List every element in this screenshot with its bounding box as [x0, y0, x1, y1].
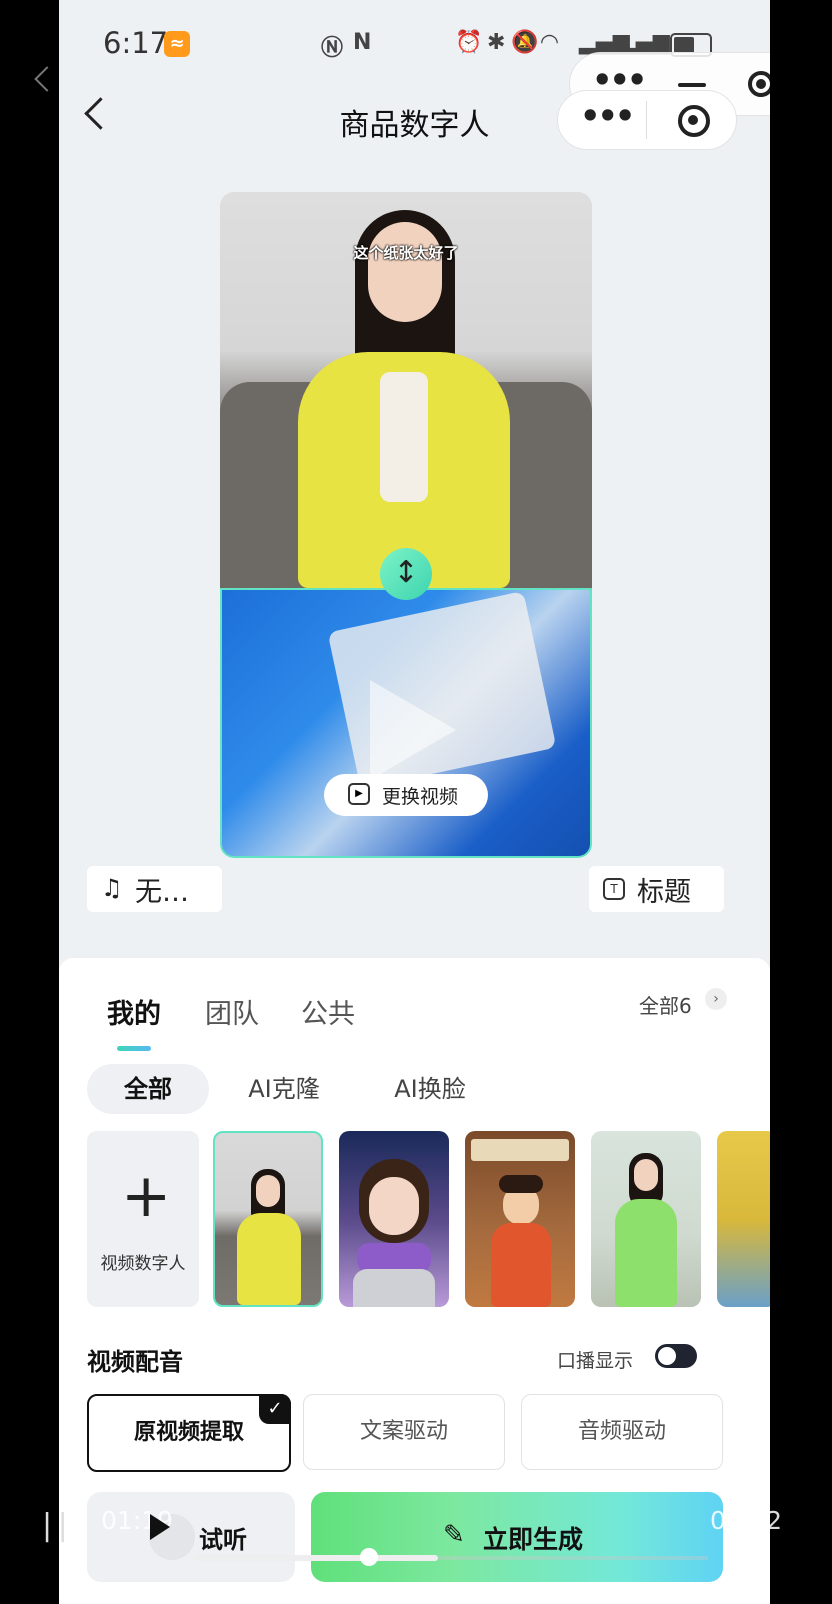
voice-section-title: 视频配音: [87, 1348, 183, 1376]
voice-option-original-label: 原视频提取: [133, 1420, 244, 1445]
target-close-icon[interactable]: [678, 105, 710, 137]
filter-ai-faceswap[interactable]: AI换脸: [371, 1064, 489, 1114]
avatar-thumb-3d-ancient-lady[interactable]: [465, 1131, 575, 1307]
alarm-icon: ⏰: [455, 30, 483, 55]
avatar-thumb-anime-girl[interactable]: [339, 1131, 449, 1307]
overlay-play-icon[interactable]: [150, 1514, 170, 1540]
generate-now-button[interactable]: ✎ 立即生成: [311, 1492, 723, 1582]
pause-icon[interactable]: | |: [42, 1508, 68, 1543]
minimize-icon[interactable]: [678, 83, 706, 87]
music-label: 无…: [135, 877, 189, 908]
avatar-shirt: [380, 372, 428, 502]
status-time: 6:17: [103, 26, 169, 60]
checkmark-icon: ✓: [259, 1394, 291, 1424]
phone-screen: 6:17 ≈ Ⓝ N ⏰ ✱ 🔕 ◠ ▂▄▆ ▂▄▆ 商品数字人 ••• •••…: [59, 0, 770, 1604]
tab-public[interactable]: 公共: [301, 992, 355, 1031]
replace-video-label: 更换视频: [382, 786, 459, 808]
music-note-icon: ♫: [101, 874, 123, 902]
avatar-video-area: 这个纸张太好了: [220, 192, 592, 588]
music-chip[interactable]: ♫ 无…: [87, 866, 222, 912]
more-dots-icon[interactable]: •••: [580, 97, 635, 135]
nfc-icon: N: [353, 30, 372, 55]
nfc-alt-icon: Ⓝ: [321, 36, 344, 61]
magic-wand-icon: ✎: [443, 1520, 465, 1550]
replace-video-button[interactable]: ▶ 更换视频: [324, 774, 488, 816]
play-icon[interactable]: [370, 680, 456, 780]
avatar-face: [368, 222, 442, 322]
plus-icon: +: [121, 1161, 172, 1231]
voice-option-original[interactable]: 原视频提取 ✓: [87, 1394, 291, 1472]
filter-all[interactable]: 全部: [87, 1064, 209, 1114]
target-close-icon[interactable]: [748, 71, 770, 97]
vertical-swap-icon[interactable]: ↕: [380, 548, 432, 600]
title-label: 标题: [637, 877, 691, 908]
wifi-icon: ◠: [541, 30, 558, 55]
tab-mine[interactable]: 我的: [107, 992, 161, 1031]
replace-video-icon: ▶: [348, 783, 370, 805]
avatar-thumb-partial[interactable]: [717, 1131, 770, 1307]
active-tab-indicator: [117, 1046, 151, 1051]
oral-display-toggle[interactable]: [655, 1344, 697, 1368]
try-listen-label: 试听: [199, 1526, 247, 1554]
avatar-thumb-yellow-suit[interactable]: [213, 1131, 323, 1307]
generate-now-label: 立即生成: [483, 1525, 584, 1554]
filter-ai-clone[interactable]: AI克隆: [229, 1064, 339, 1114]
add-video-avatar-label: 视频数字人: [100, 1254, 186, 1274]
video-preview[interactable]: 这个纸张太好了: [220, 192, 592, 858]
avatar-thumb-green-dress[interactable]: [591, 1131, 701, 1307]
overlay-total-time: 03:52: [710, 1506, 783, 1535]
mini-program-capsule: •••: [557, 90, 737, 150]
tab-team[interactable]: 团队: [205, 992, 259, 1031]
chevron-right-icon[interactable]: ›: [705, 988, 727, 1010]
bluetooth-icon: ✱: [487, 30, 506, 55]
overlay-progress-knob[interactable]: [360, 1548, 378, 1566]
capsule-divider: [646, 101, 647, 139]
voice-option-audio[interactable]: 音频驱动: [521, 1394, 723, 1470]
video-subtitle: 这个纸张太好了: [353, 244, 459, 262]
all-count-link[interactable]: 全部6: [639, 990, 692, 1019]
outer-back-chevron-icon[interactable]: [34, 66, 60, 92]
voice-option-script[interactable]: 文案驱动: [303, 1394, 505, 1470]
overlay-progress-track[interactable]: [194, 1555, 438, 1561]
oral-display-label: 口播显示: [557, 1350, 634, 1372]
add-video-avatar-card[interactable]: + 视频数字人: [87, 1131, 199, 1307]
app-badge-icon: ≈: [164, 31, 190, 57]
text-title-icon: T: [603, 878, 625, 900]
title-chip[interactable]: T 标题: [589, 866, 724, 912]
product-video-area[interactable]: [220, 588, 592, 858]
overlay-progress-remaining[interactable]: [438, 1556, 708, 1560]
mute-icon: 🔕: [511, 30, 539, 55]
